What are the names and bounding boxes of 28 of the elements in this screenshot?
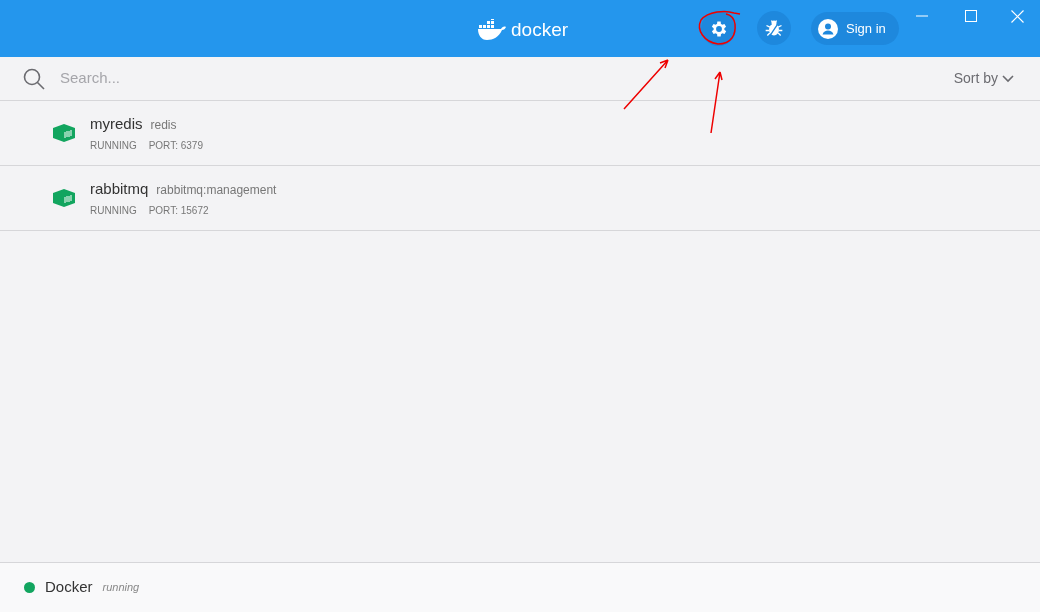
bug-icon [764, 18, 784, 38]
container-port: PORT: 6379 [148, 139, 203, 154]
sort-by-button[interactable]: Sort by [953, 68, 1014, 89]
container-image: rabbitmq:management [156, 181, 277, 199]
bug-report-button[interactable] [757, 11, 791, 45]
container-status: RUNNING [90, 139, 137, 154]
docker-label: Docker [45, 577, 93, 598]
container-image: redis [150, 116, 177, 134]
container-port: PORT: 15672 [148, 204, 209, 219]
whale-logo-icon [477, 19, 507, 42]
maximize-icon [965, 10, 977, 22]
docker-status: running [102, 580, 140, 596]
close-icon [1010, 9, 1024, 23]
container-name: myredis [90, 113, 143, 134]
logo-text: docker [511, 18, 569, 42]
container-icon [53, 189, 75, 207]
user-icon [818, 18, 838, 39]
container-icon [53, 124, 75, 142]
minimize-icon [916, 15, 928, 17]
container-row[interactable]: myredis redis RUNNING PORT: 6379 [0, 101, 1040, 166]
container-row[interactable]: rabbitmq rabbitmq:management RUNNING PORT: 15672 [0, 166, 1040, 231]
chevron-down-icon [1002, 74, 1014, 83]
search-icon [23, 67, 45, 90]
container-status: RUNNING [90, 204, 137, 219]
container-name: rabbitmq [90, 178, 149, 199]
sign-in-button[interactable]: Sign in [811, 12, 899, 45]
search-field[interactable]: Search... [60, 67, 954, 90]
annotation-arrow-drawing [622, 58, 670, 111]
